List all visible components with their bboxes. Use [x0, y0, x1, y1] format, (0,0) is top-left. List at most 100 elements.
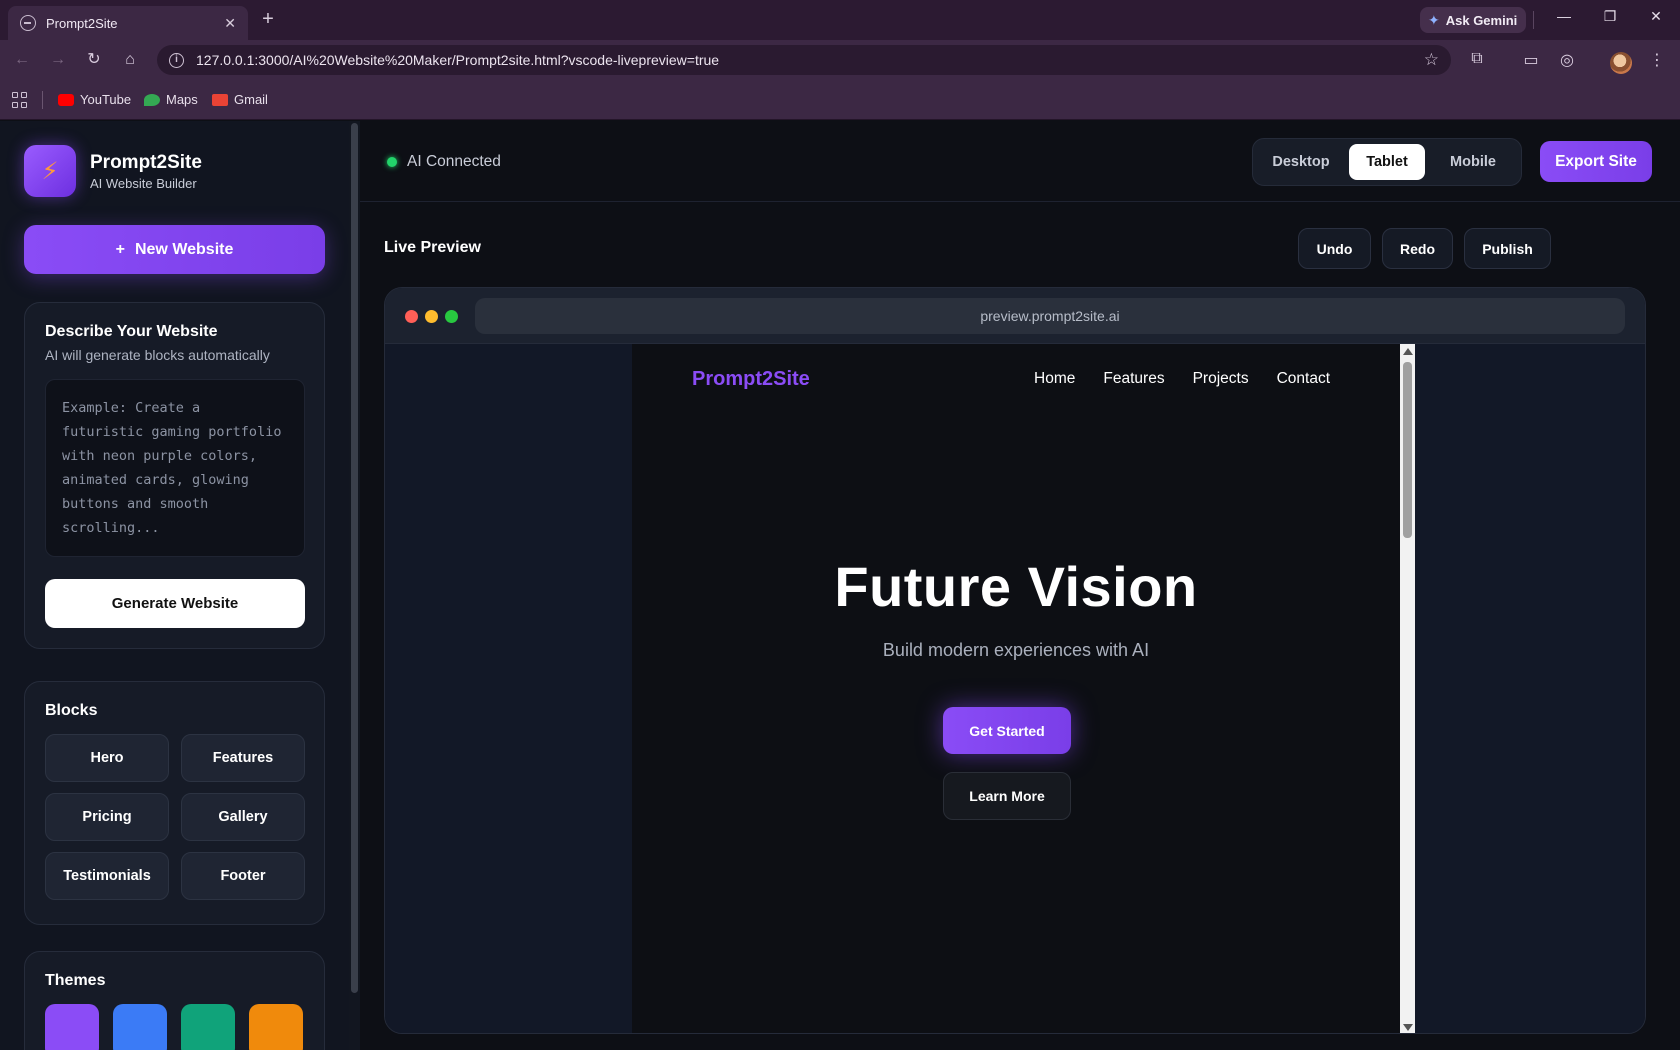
new-website-button[interactable]: + New Website	[24, 225, 325, 274]
site-nav-contact[interactable]: Contact	[1277, 370, 1330, 388]
describe-title: Describe Your Website	[45, 323, 218, 340]
bookmark-star-icon[interactable]: ☆	[1424, 50, 1439, 70]
theme-swatch-purple[interactable]	[45, 1004, 99, 1050]
app: ⚡ Prompt2Site AI Website Builder + New W…	[0, 121, 1680, 1050]
bookmark-label: Gmail	[234, 92, 268, 107]
main-area: AI Connected Desktop Tablet Mobile Expor…	[360, 121, 1680, 1050]
site-nav-projects[interactable]: Projects	[1193, 370, 1249, 388]
scroll-down-arrow-icon[interactable]	[1403, 1024, 1413, 1031]
bookmark-youtube[interactable]: YouTube	[58, 92, 131, 107]
block-pricing-button[interactable]: Pricing	[45, 793, 169, 841]
minimize-icon[interactable]: —	[1549, 8, 1579, 24]
live-preview-title: Live Preview	[384, 239, 481, 256]
sidebar: ⚡ Prompt2Site AI Website Builder + New W…	[0, 121, 350, 1050]
device-desktop-button[interactable]: Desktop	[1259, 144, 1343, 180]
ai-status-label: AI Connected	[407, 153, 501, 170]
preview-frame-bar: preview.prompt2site.ai	[385, 288, 1645, 344]
traffic-light-yellow-icon	[425, 310, 438, 323]
scrollbar-thumb[interactable]	[351, 123, 358, 993]
bookmark-gmail[interactable]: Gmail	[212, 92, 268, 107]
get-started-button[interactable]: Get Started	[943, 707, 1071, 754]
theme-swatch-green[interactable]	[181, 1004, 235, 1050]
themes-title: Themes	[45, 972, 106, 989]
scrollbar-thumb[interactable]	[1403, 362, 1412, 538]
divider	[1533, 11, 1534, 29]
traffic-light-red-icon	[405, 310, 418, 323]
profile-avatar[interactable]	[1610, 52, 1632, 74]
new-website-label: New Website	[134, 240, 234, 258]
learn-more-button[interactable]: Learn More	[943, 772, 1071, 820]
browser-tab-strip: Prompt2Site ✕ + ✦ Ask Gemini — ❐ ✕	[0, 0, 1680, 40]
device-toggle: Desktop Tablet Mobile	[1252, 138, 1522, 186]
menu-kebab-icon[interactable]: ⋮	[1646, 50, 1668, 70]
preview-viewport: Prompt2Site Home Features Projects Conta…	[385, 344, 1645, 1033]
brand-subtitle: AI Website Builder	[90, 175, 197, 191]
undo-button[interactable]: Undo	[1298, 228, 1371, 269]
scroll-up-arrow-icon[interactable]	[1403, 348, 1413, 355]
apps-grid-icon[interactable]	[12, 92, 28, 108]
block-features-button[interactable]: Features	[181, 734, 305, 782]
hero-subtitle: Build modern experiences with AI	[882, 640, 1150, 660]
extensions-icon[interactable]: ⧉	[1466, 50, 1488, 68]
generate-website-button[interactable]: Generate Website	[45, 579, 305, 628]
forward-arrow-icon[interactable]: →	[46, 49, 70, 71]
blocks-card: Blocks Hero Features Pricing Gallery Tes…	[24, 681, 325, 925]
status-dot-icon	[387, 157, 397, 167]
restore-icon[interactable]: ❐	[1595, 8, 1625, 25]
ask-gemini-label: Ask Gemini	[1445, 12, 1518, 28]
block-gallery-button[interactable]: Gallery	[181, 793, 305, 841]
prompt-input[interactable]	[62, 396, 288, 540]
publish-button[interactable]: Publish	[1464, 228, 1551, 269]
bookmark-label: Maps	[166, 92, 198, 107]
reload-icon[interactable]: ↻	[82, 49, 106, 71]
describe-hint: AI will generate blocks automatically	[45, 347, 270, 363]
plus-icon: +	[115, 240, 125, 258]
themes-card: Themes	[24, 951, 325, 1050]
gmail-icon	[212, 93, 228, 106]
block-testimonials-button[interactable]: Testimonials	[45, 852, 169, 900]
site-nav-features[interactable]: Features	[1103, 370, 1164, 388]
address-bar[interactable]: i 127.0.0.1:3000/AI%20Website%20Maker/Pr…	[157, 45, 1451, 75]
theme-swatch-orange[interactable]	[249, 1004, 303, 1050]
site-logo[interactable]: Prompt2Site	[692, 368, 810, 391]
back-arrow-icon[interactable]: ←	[10, 49, 34, 71]
block-grid: Hero Features Pricing Gallery Testimonia…	[45, 734, 305, 900]
incognito-icon[interactable]: ◎	[1556, 50, 1578, 70]
prompt-box	[45, 379, 305, 557]
block-footer-button[interactable]: Footer	[181, 852, 305, 900]
redo-button[interactable]: Redo	[1382, 228, 1453, 269]
sidebar-scrollbar[interactable]	[349, 121, 360, 1050]
home-icon[interactable]: ⌂	[118, 49, 142, 71]
device-mobile-button[interactable]: Mobile	[1431, 144, 1515, 180]
globe-icon	[20, 15, 36, 31]
brand: ⚡ Prompt2Site AI Website Builder	[24, 145, 202, 197]
preview-frame: preview.prompt2site.ai Prompt2Site Home …	[384, 287, 1646, 1034]
topbar: AI Connected Desktop Tablet Mobile Expor…	[360, 121, 1680, 202]
window-close-icon[interactable]: ✕	[1641, 8, 1671, 25]
browser-tab[interactable]: Prompt2Site ✕	[8, 6, 248, 40]
gemini-sparkle-icon: ✦	[1428, 11, 1440, 28]
lightning-icon: ⚡	[41, 157, 59, 185]
preview-site: Prompt2Site Home Features Projects Conta…	[632, 344, 1400, 1033]
youtube-icon	[58, 93, 74, 106]
tab-title: Prompt2Site	[46, 15, 118, 31]
site-info-icon[interactable]: i	[169, 52, 184, 68]
maps-icon	[144, 93, 160, 106]
cast-icon[interactable]: ▭	[1520, 50, 1542, 70]
browser-toolbar: ← → ↻ ⌂ i 127.0.0.1:3000/AI%20Website%20…	[0, 40, 1680, 80]
brand-logo: ⚡	[24, 145, 76, 197]
divider	[42, 91, 43, 109]
ask-gemini-button[interactable]: ✦ Ask Gemini	[1420, 7, 1526, 33]
site-nav-home[interactable]: Home	[1034, 370, 1075, 388]
bookmark-maps[interactable]: Maps	[144, 92, 198, 107]
traffic-light-green-icon	[445, 310, 458, 323]
device-tablet-button[interactable]: Tablet	[1349, 144, 1425, 180]
theme-swatch-blue[interactable]	[113, 1004, 167, 1050]
preview-scrollbar[interactable]	[1400, 344, 1415, 1033]
bookmark-label: YouTube	[80, 92, 132, 107]
tab-close-icon[interactable]: ✕	[224, 15, 236, 32]
export-site-button[interactable]: Export Site	[1540, 141, 1652, 182]
new-tab-button[interactable]: +	[254, 8, 282, 32]
block-hero-button[interactable]: Hero	[45, 734, 169, 782]
address-url: 127.0.0.1:3000/AI%20Website%20Maker/Prom…	[196, 52, 720, 68]
